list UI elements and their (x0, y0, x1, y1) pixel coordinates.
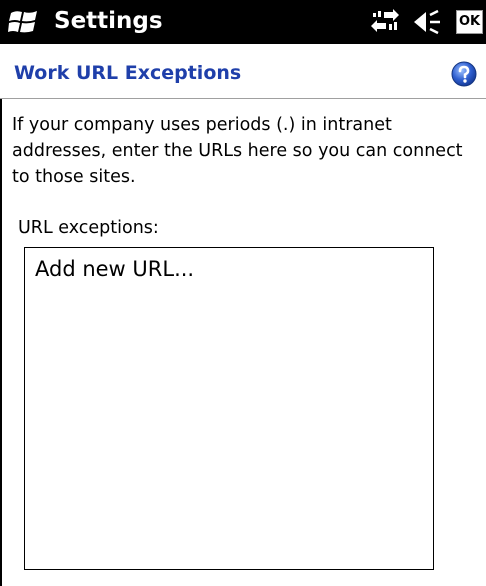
ok-button[interactable]: OK (456, 10, 483, 34)
title-bar: Settings OK (0, 0, 486, 44)
help-icon[interactable] (451, 61, 477, 87)
screen: Settings OK Work URL Exceptions If your … (0, 0, 486, 586)
page-header: Work URL Exceptions (0, 44, 486, 99)
left-border (0, 99, 2, 586)
app-title: Settings (54, 8, 163, 34)
url-exceptions-label: URL exceptions: (18, 218, 159, 238)
description-text: If your company uses periods (.) in intr… (12, 115, 463, 187)
url-exceptions-list[interactable]: Add new URL... (24, 247, 434, 570)
add-new-url-item[interactable]: Add new URL... (25, 248, 433, 282)
windows-flag-icon[interactable] (8, 7, 40, 37)
page-title: Work URL Exceptions (14, 62, 242, 84)
connectivity-icon[interactable] (370, 9, 400, 35)
volume-icon[interactable] (412, 9, 442, 35)
